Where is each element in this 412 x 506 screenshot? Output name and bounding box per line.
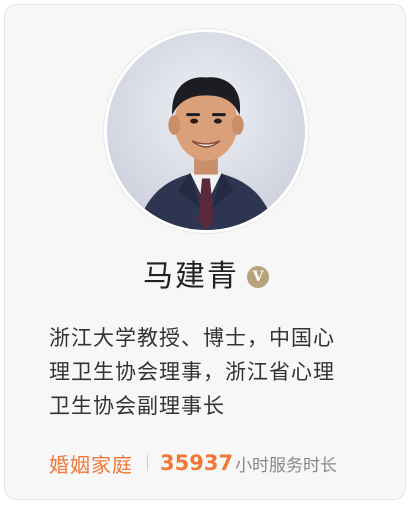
expert-card[interactable]: 马建青 V 浙江大学教授、博士，中国心 理卫生协会理事，浙江省心理 卫生协会副理… [4,4,406,500]
divider [147,455,148,471]
verified-badge-icon: V [247,266,269,288]
expert-bio: 浙江大学教授、博士，中国心 理卫生协会理事，浙江省心理 卫生协会副理事长 [49,326,335,418]
avatar-photo [107,32,305,230]
avatar [104,29,308,233]
expert-name: 马建青 [143,259,239,294]
service-hours-count: 35937 [160,451,234,475]
service-hours-label: 小时服务时长 [235,455,338,476]
expert-stats: 婚姻家庭 35937 小时服务时长 [49,447,337,479]
category-tag: 婚姻家庭 [49,452,133,477]
name-row: 马建青 V [5,257,407,297]
